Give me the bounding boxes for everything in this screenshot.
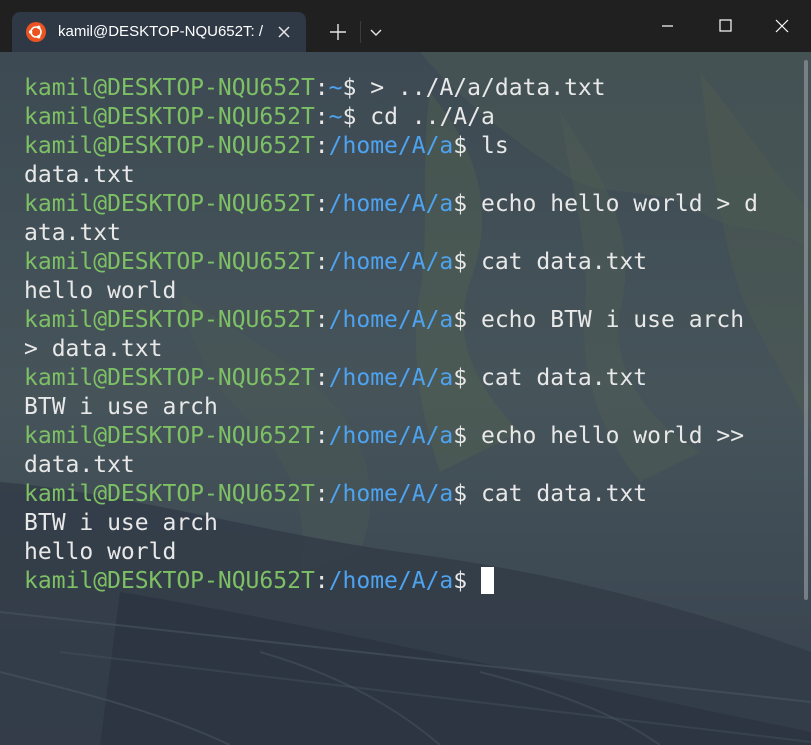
prompt-colon: :	[314, 568, 329, 594]
prompt-user-host: kamil@DESKTOP-NQU652T	[24, 423, 315, 449]
prompt-user-host: kamil@DESKTOP-NQU652T	[24, 191, 315, 217]
prompt-line: kamil@DESKTOP-NQU652T:/home/A/a$ cat dat…	[24, 364, 758, 393]
output-line: > data.txt	[24, 335, 758, 364]
prompt-line: kamil@DESKTOP-NQU652T:/home/A/a$ ls	[24, 132, 758, 161]
prompt-symbol: $	[453, 133, 481, 159]
output-text: data.txt	[24, 452, 135, 478]
title-bar: kamil@DESKTOP-NQU652T: /h	[0, 0, 811, 52]
prompt-symbol: $	[342, 75, 371, 101]
prompt-user-host: kamil@DESKTOP-NQU652T	[24, 133, 315, 159]
prompt-user-host: kamil@DESKTOP-NQU652T	[24, 307, 315, 333]
output-text: > data.txt	[24, 336, 163, 362]
prompt-symbol: $	[453, 568, 481, 594]
new-tab-button[interactable]	[326, 20, 350, 44]
output-line: BTW i use arch	[24, 393, 758, 422]
prompt-symbol: $	[453, 249, 481, 275]
terminal-tab[interactable]: kamil@DESKTOP-NQU652T: /h	[12, 12, 306, 52]
prompt-colon: :	[314, 75, 329, 101]
prompt-line: kamil@DESKTOP-NQU652T:/home/A/a$ cat dat…	[24, 248, 758, 277]
prompt-colon: :	[314, 104, 329, 130]
prompt-line: kamil@DESKTOP-NQU652T:/home/A/a$ cat dat…	[24, 480, 758, 509]
title-divider	[360, 21, 361, 43]
output-line: BTW i use arch	[24, 509, 758, 538]
prompt-symbol: $	[453, 423, 481, 449]
text-cursor	[480, 567, 494, 594]
prompt-colon: :	[314, 307, 329, 333]
prompt-path: ~	[328, 104, 343, 130]
command-text: cat data.txt	[480, 249, 648, 275]
terminal-window: kamil@DESKTOP-NQU652T: /h kamil@DESKTOP-…	[0, 0, 811, 745]
prompt-colon: :	[314, 423, 329, 449]
minimize-button[interactable]	[638, 0, 696, 52]
output-text: hello world	[24, 539, 177, 565]
terminal-output: kamil@DESKTOP-NQU652T:~$ > ../A/a/data.t…	[24, 74, 758, 596]
scrollbar[interactable]	[804, 60, 808, 600]
prompt-user-host: kamil@DESKTOP-NQU652T	[24, 249, 315, 275]
prompt-colon: :	[314, 481, 329, 507]
prompt-user-host: kamil@DESKTOP-NQU652T	[24, 568, 315, 594]
prompt-path: /home/A/a	[328, 423, 454, 449]
close-button[interactable]	[753, 0, 811, 52]
prompt-user-host: kamil@DESKTOP-NQU652T	[24, 104, 315, 130]
prompt-path: /home/A/a	[328, 568, 454, 594]
prompt-colon: :	[314, 365, 329, 391]
tab-close-icon[interactable]	[274, 22, 294, 42]
output-text: data.txt	[24, 162, 135, 188]
prompt-path: /home/A/a	[328, 481, 454, 507]
prompt-path: /home/A/a	[328, 365, 454, 391]
output-line: hello world	[24, 277, 758, 306]
prompt-line: kamil@DESKTOP-NQU652T:/home/A/a$ echo BT…	[24, 306, 758, 335]
prompt-symbol: $	[453, 365, 481, 391]
prompt-user-host: kamil@DESKTOP-NQU652T	[24, 481, 315, 507]
prompt-path: /home/A/a	[328, 191, 454, 217]
command-text: cd ../A/a	[370, 104, 495, 130]
tab-title: kamil@DESKTOP-NQU652T: /h	[58, 23, 263, 40]
output-line: data.txt	[24, 451, 758, 480]
output-text: hello world	[24, 278, 177, 304]
prompt-symbol: $	[453, 191, 481, 217]
prompt-path: /home/A/a	[328, 133, 454, 159]
command-text: cat data.txt	[480, 481, 648, 507]
prompt-line: kamil@DESKTOP-NQU652T:~$ cd ../A/a	[24, 103, 758, 132]
prompt-line: kamil@DESKTOP-NQU652T:/home/A/a$ echo he…	[24, 190, 758, 219]
output-line: ata.txt	[24, 219, 758, 248]
prompt-symbol: $	[342, 104, 371, 130]
command-text: cat data.txt	[480, 365, 648, 391]
output-text: BTW i use arch	[24, 394, 218, 420]
command-text: echo hello world >>	[480, 423, 745, 449]
terminal-area[interactable]: kamil@DESKTOP-NQU652T:~$ > ../A/a/data.t…	[0, 52, 811, 745]
prompt-symbol: $	[453, 307, 481, 333]
command-text: ls	[480, 133, 509, 159]
output-line: hello world	[24, 538, 758, 567]
prompt-user-host: kamil@DESKTOP-NQU652T	[24, 365, 315, 391]
output-line: data.txt	[24, 161, 758, 190]
prompt-path: /home/A/a	[328, 307, 454, 333]
prompt-symbol: $	[453, 481, 481, 507]
command-text: echo hello world > d	[480, 191, 758, 217]
output-text: BTW i use arch	[24, 510, 218, 536]
prompt-line: kamil@DESKTOP-NQU652T:/home/A/a$ echo he…	[24, 422, 758, 451]
command-text: > ../A/a/data.txt	[370, 75, 606, 101]
prompt-colon: :	[314, 133, 329, 159]
prompt-line: kamil@DESKTOP-NQU652T:/home/A/a$	[24, 567, 758, 596]
prompt-path: ~	[328, 75, 343, 101]
command-text: echo BTW i use arch	[480, 307, 745, 333]
output-text: ata.txt	[24, 220, 121, 246]
prompt-line: kamil@DESKTOP-NQU652T:~$ > ../A/a/data.t…	[24, 74, 758, 103]
chevron-down-icon[interactable]	[366, 20, 386, 44]
prompt-colon: :	[314, 249, 329, 275]
maximize-button[interactable]	[696, 0, 754, 52]
prompt-colon: :	[314, 191, 329, 217]
prompt-user-host: kamil@DESKTOP-NQU652T	[24, 75, 315, 101]
ubuntu-icon	[26, 22, 46, 42]
prompt-path: /home/A/a	[328, 249, 454, 275]
